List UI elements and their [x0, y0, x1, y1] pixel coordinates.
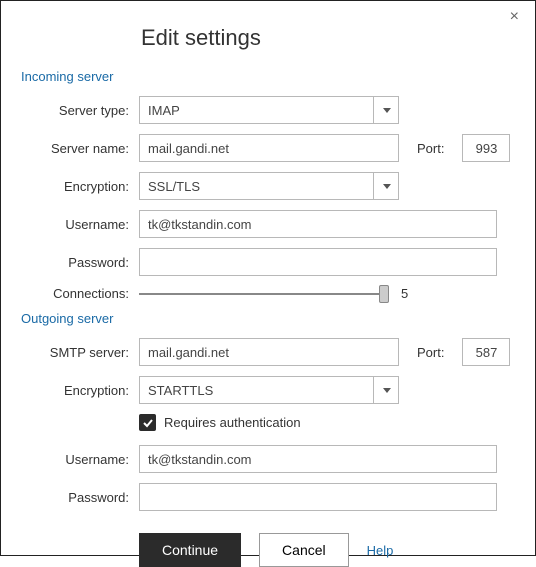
- dialog-title: Edit settings: [141, 25, 515, 51]
- connections-label: Connections:: [21, 286, 139, 301]
- checkmark-icon: [142, 417, 154, 429]
- outgoing-encryption-label: Encryption:: [21, 383, 139, 398]
- username-label: Username:: [21, 217, 139, 232]
- requires-auth-checkbox[interactable]: [139, 414, 156, 431]
- cancel-button[interactable]: Cancel: [259, 533, 349, 567]
- outgoing-password-label: Password:: [21, 490, 139, 505]
- settings-dialog: × Edit settings Incoming server Server t…: [0, 0, 536, 556]
- incoming-port-input[interactable]: [462, 134, 510, 162]
- incoming-username-input[interactable]: [139, 210, 497, 238]
- outgoing-port-input[interactable]: [462, 338, 510, 366]
- outgoing-section-header: Outgoing server: [21, 311, 515, 326]
- encryption-label: Encryption:: [21, 179, 139, 194]
- smtp-server-input[interactable]: [139, 338, 399, 366]
- server-name-input[interactable]: [139, 134, 399, 162]
- server-type-label: Server type:: [21, 103, 139, 118]
- server-name-label: Server name:: [21, 141, 139, 156]
- incoming-section-header: Incoming server: [21, 69, 515, 84]
- outgoing-username-label: Username:: [21, 452, 139, 467]
- connections-slider[interactable]: [139, 293, 389, 295]
- incoming-password-input[interactable]: [139, 248, 497, 276]
- continue-button[interactable]: Continue: [139, 533, 241, 567]
- encryption-select[interactable]: SSL/TLS: [139, 172, 399, 200]
- outgoing-encryption-select[interactable]: STARTTLS: [139, 376, 399, 404]
- password-label: Password:: [21, 255, 139, 270]
- help-link[interactable]: Help: [367, 543, 394, 558]
- outgoing-username-input[interactable]: [139, 445, 497, 473]
- incoming-port-label: Port:: [417, 141, 454, 156]
- smtp-server-label: SMTP server:: [21, 345, 139, 360]
- requires-auth-label: Requires authentication: [164, 415, 301, 430]
- close-icon[interactable]: ×: [510, 9, 519, 25]
- outgoing-port-label: Port:: [417, 345, 454, 360]
- connections-value: 5: [401, 286, 408, 301]
- outgoing-password-input[interactable]: [139, 483, 497, 511]
- server-type-select[interactable]: IMAP: [139, 96, 399, 124]
